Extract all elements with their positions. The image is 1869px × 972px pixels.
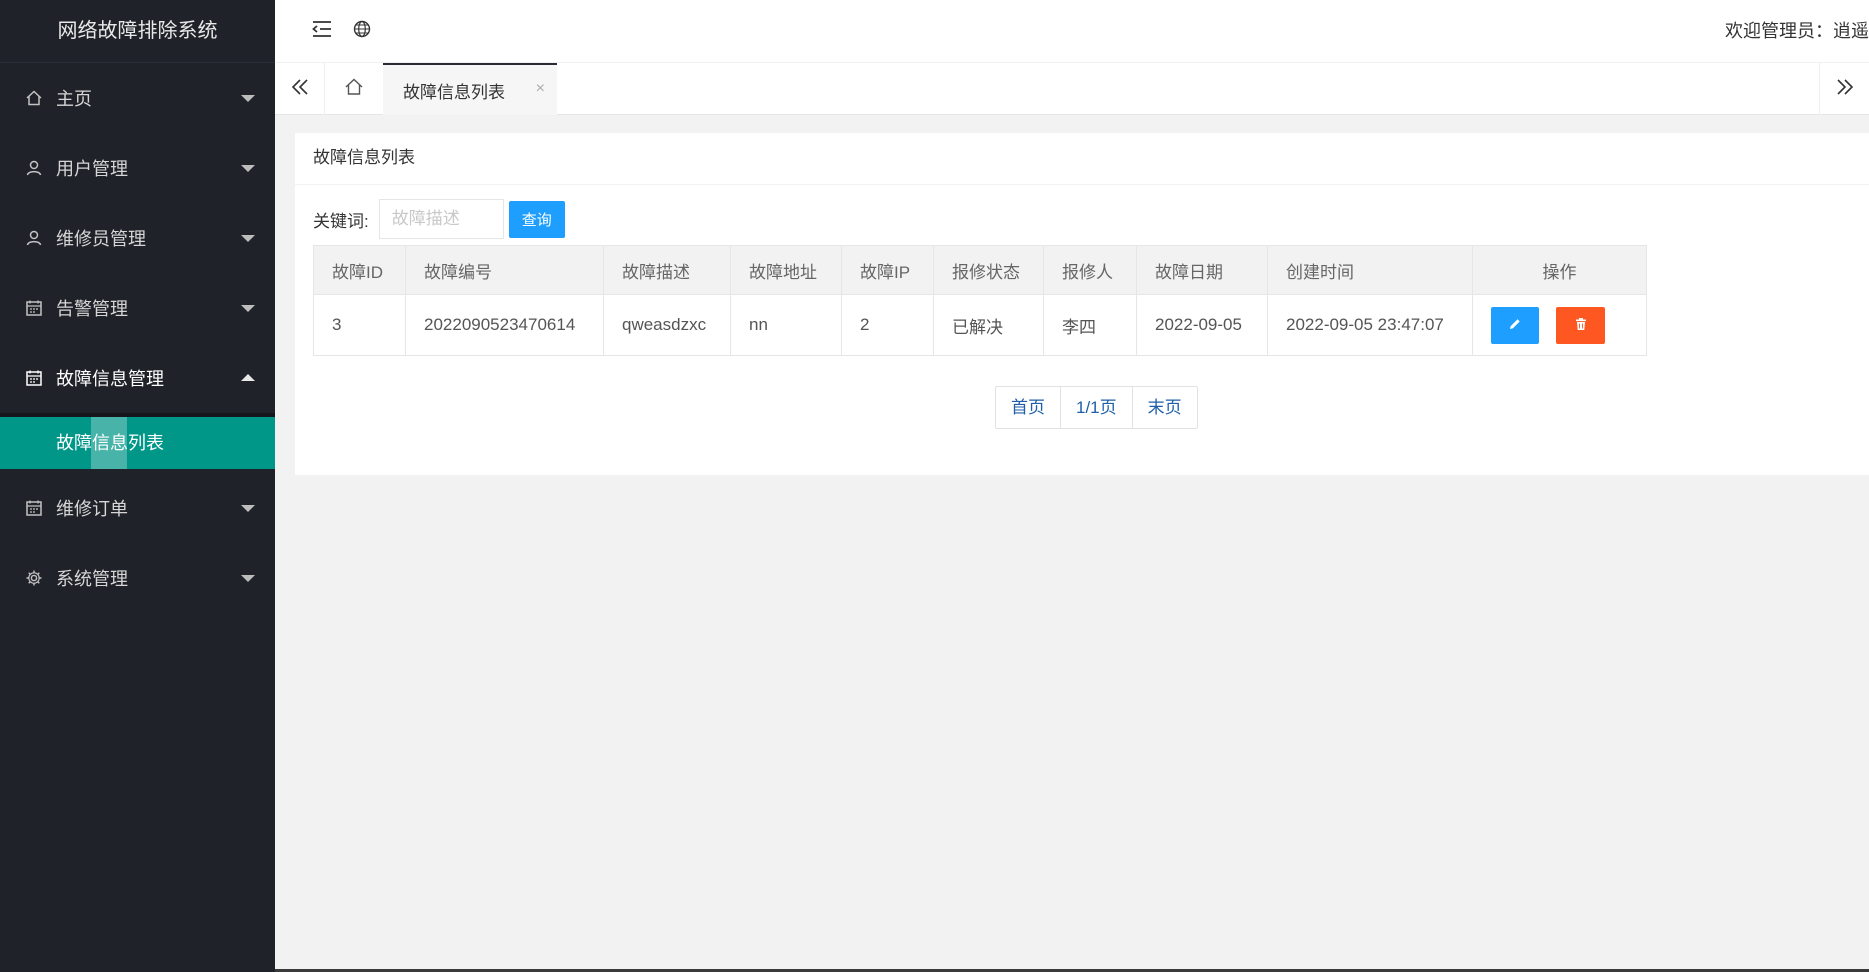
pager-first[interactable]: 首页 bbox=[996, 387, 1061, 428]
cell-reporter: 李四 bbox=[1043, 294, 1137, 356]
top-header: 欢迎管理员：逍遥 bbox=[275, 0, 1869, 63]
globe-icon bbox=[353, 20, 371, 43]
table-header-row: 故障ID 故障编号 故障描述 故障地址 故障IP 报修状态 报修人 故障日期 创… bbox=[313, 245, 1647, 295]
cell-actions bbox=[1472, 294, 1647, 356]
gear-icon bbox=[24, 568, 44, 588]
search-label: 关键词: bbox=[313, 211, 369, 231]
cell-desc: qweasdzxc bbox=[603, 294, 731, 356]
sidebar-item-label: 主页 bbox=[56, 89, 92, 109]
sidebar-item-label: 维修订单 bbox=[56, 499, 128, 519]
fault-list-card: 故障信息列表 关键词: 查询 故障ID 故障编号 故障描述 故障地址 故障IP … bbox=[295, 133, 1869, 475]
sidebar-item-label: 用户管理 bbox=[56, 159, 128, 179]
edit-button[interactable] bbox=[1491, 306, 1539, 344]
cell-addr: nn bbox=[730, 294, 842, 356]
menu-fold-icon bbox=[312, 20, 332, 43]
chevron-down-icon bbox=[241, 505, 255, 512]
column-header: 故障编号 bbox=[405, 245, 604, 295]
column-header: 故障地址 bbox=[730, 245, 842, 295]
chevron-down-icon bbox=[241, 95, 255, 102]
sidebar-item-users[interactable]: 用户管理 bbox=[0, 133, 275, 203]
search-input[interactable] bbox=[378, 199, 504, 239]
column-header: 故障IP bbox=[841, 245, 934, 295]
calendar-icon bbox=[24, 368, 44, 388]
column-header: 故障描述 bbox=[603, 245, 731, 295]
double-chevron-left-icon bbox=[291, 78, 309, 101]
sidebar-item-system[interactable]: 系统管理 bbox=[0, 543, 275, 613]
cell-date: 2022-09-05 bbox=[1136, 294, 1268, 356]
sidebar-item-label: 系统管理 bbox=[56, 569, 128, 589]
column-header: 报修人 bbox=[1043, 245, 1137, 295]
column-header: 故障日期 bbox=[1136, 245, 1268, 295]
fault-table: 故障ID 故障编号 故障描述 故障地址 故障IP 报修状态 报修人 故障日期 创… bbox=[313, 245, 1647, 356]
close-icon[interactable]: × bbox=[536, 80, 545, 98]
delete-button[interactable] bbox=[1556, 306, 1605, 344]
calendar-icon bbox=[24, 298, 44, 318]
sidebar-item-repair-orders[interactable]: 维修订单 bbox=[0, 473, 275, 543]
welcome-admin[interactable]: 欢迎管理员：逍遥 bbox=[1725, 0, 1869, 63]
chevron-down-icon bbox=[241, 165, 255, 172]
sidebar-item-repairers[interactable]: 维修员管理 bbox=[0, 203, 275, 273]
trash-icon bbox=[1574, 317, 1588, 334]
column-header: 创建时间 bbox=[1267, 245, 1473, 295]
column-header: 故障ID bbox=[313, 245, 406, 295]
collapse-menu-button[interactable] bbox=[300, 0, 344, 63]
search-row: 关键词: 查询 bbox=[313, 199, 565, 239]
tab-bar: 故障信息列表 × bbox=[275, 63, 1869, 115]
chevron-down-icon bbox=[241, 235, 255, 242]
sidebar-item-label: 告警管理 bbox=[56, 299, 128, 319]
cell-id: 3 bbox=[313, 294, 406, 356]
column-header: 报修状态 bbox=[933, 245, 1044, 295]
sidebar-item-home[interactable]: 主页 bbox=[0, 63, 275, 133]
card-title: 故障信息列表 bbox=[295, 133, 1869, 185]
tab-label: 故障信息列表 bbox=[403, 82, 505, 102]
tab-fault-list[interactable]: 故障信息列表 × bbox=[383, 63, 557, 115]
cell-status: 已解决 bbox=[933, 294, 1044, 356]
app-title: 网络故障排除系统 bbox=[0, 0, 275, 63]
cell-created: 2022-09-05 23:47:07 bbox=[1267, 294, 1473, 356]
chevron-down-icon bbox=[241, 305, 255, 312]
pagination: 首页 1/1页 末页 bbox=[995, 386, 1198, 429]
pencil-icon bbox=[1508, 317, 1522, 334]
language-button[interactable] bbox=[340, 0, 384, 63]
sidebar-item-label: 维修员管理 bbox=[56, 229, 146, 249]
cell-ip: 2 bbox=[841, 294, 934, 356]
submenu-fault-info: 故障信息列表 bbox=[0, 413, 275, 469]
home-icon bbox=[344, 78, 364, 101]
chevron-down-icon bbox=[241, 575, 255, 582]
double-chevron-right-icon bbox=[1836, 78, 1854, 101]
sidebar: 网络故障排除系统 主页 用户管理 维修员管理 告警管理 故障信息管理 故障信息列… bbox=[0, 0, 275, 972]
sidebar-subitem-label: 故障信息列表 bbox=[56, 433, 164, 453]
user-icon bbox=[24, 228, 44, 248]
tab-scroll-left-button[interactable] bbox=[275, 63, 325, 115]
tab-home[interactable] bbox=[325, 63, 383, 115]
sidebar-item-alarms[interactable]: 告警管理 bbox=[0, 273, 275, 343]
table-row: 3 2022090523470614 qweasdzxc nn 2 已解决 李四… bbox=[313, 294, 1647, 356]
chevron-up-icon bbox=[241, 374, 255, 381]
pager-current: 1/1页 bbox=[1061, 387, 1133, 428]
tab-scroll-right-button[interactable] bbox=[1819, 63, 1869, 115]
column-header: 操作 bbox=[1472, 245, 1647, 295]
calendar-icon bbox=[24, 498, 44, 518]
sidebar-subitem-fault-list[interactable]: 故障信息列表 bbox=[0, 417, 275, 469]
sidebar-item-label: 故障信息管理 bbox=[56, 369, 164, 389]
query-button[interactable]: 查询 bbox=[508, 200, 565, 238]
user-icon bbox=[24, 158, 44, 178]
cell-code: 2022090523470614 bbox=[405, 294, 604, 356]
sidebar-item-fault-info[interactable]: 故障信息管理 bbox=[0, 343, 275, 413]
home-icon bbox=[24, 88, 44, 108]
pager-last[interactable]: 末页 bbox=[1133, 387, 1197, 428]
